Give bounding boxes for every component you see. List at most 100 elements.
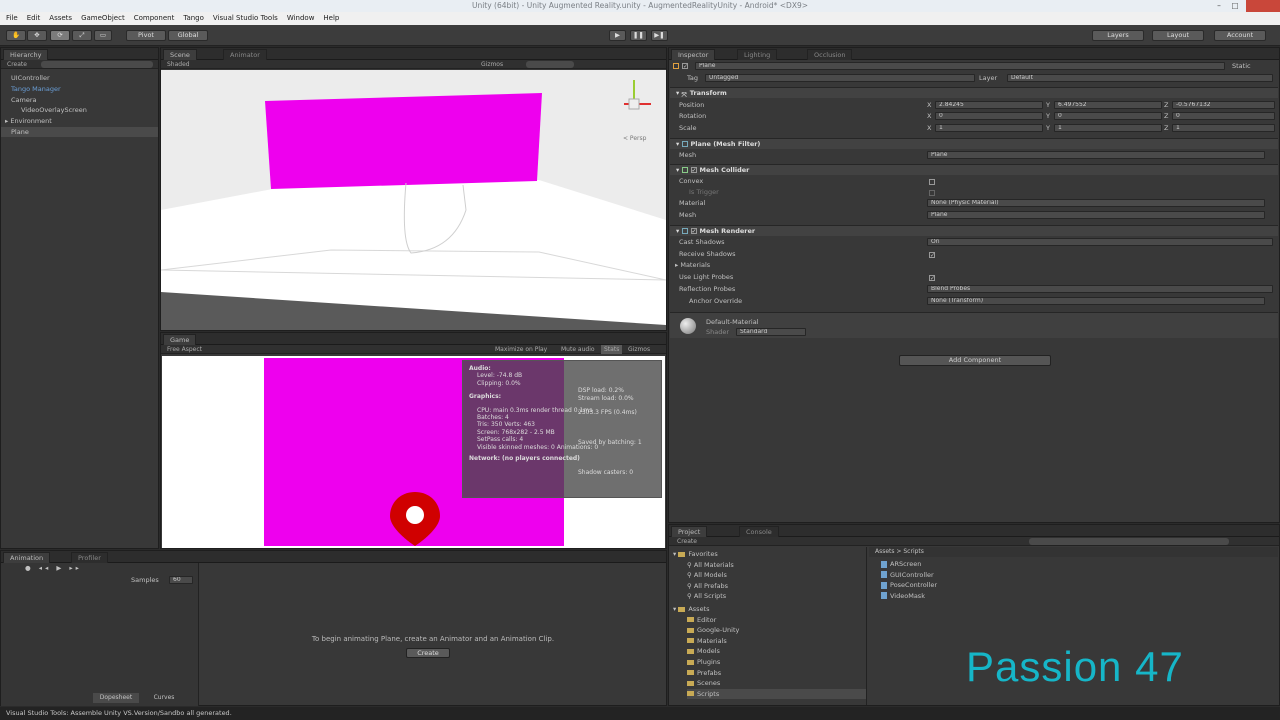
favorite-item[interactable]: ⚲ All Prefabs xyxy=(687,581,728,591)
menu-item[interactable]: Tango xyxy=(183,14,204,22)
menu-item[interactable]: Window xyxy=(287,14,315,22)
folder-item[interactable]: Scripts xyxy=(687,688,866,699)
folder-item[interactable]: Prefabs xyxy=(687,668,721,678)
move-tool-button[interactable]: ✥ xyxy=(27,30,47,41)
maximize-on-play-toggle[interactable]: Maximize on Play xyxy=(495,345,547,354)
close-button[interactable] xyxy=(1246,0,1280,12)
active-checkbox[interactable]: ✓ xyxy=(682,63,688,70)
rotate-tool-button[interactable]: ⟳ xyxy=(50,30,70,41)
folder-item[interactable]: Materials xyxy=(687,636,727,646)
hand-tool-button[interactable]: ✋ xyxy=(6,30,26,41)
maximize-button[interactable]: □ xyxy=(1230,0,1240,12)
tab-hierarchy[interactable]: Hierarchy xyxy=(3,49,49,60)
folder-item[interactable]: Models xyxy=(687,646,720,656)
mesh-filter-header[interactable]: ▾ Plane (Mesh Filter) xyxy=(670,138,1278,149)
favorites-header[interactable]: ▾ Favorites xyxy=(673,549,718,559)
hierarchy-item[interactable]: VideoOverlayScreen xyxy=(21,105,87,115)
tab-game[interactable]: Game xyxy=(163,334,197,345)
hierarchy-search-input[interactable] xyxy=(41,61,153,68)
tag-dropdown[interactable]: Untagged xyxy=(705,74,975,82)
menu-item[interactable]: Edit xyxy=(27,14,41,22)
game-viewport[interactable]: Audio: Level: -74.8 dB Clipping: 0.0% DS… xyxy=(162,356,665,548)
scene-gizmos-dropdown[interactable]: Gizmos xyxy=(481,60,503,69)
menu-item[interactable]: Visual Studio Tools xyxy=(213,14,278,22)
mesh-renderer-header[interactable]: ▾ ✓ Mesh Renderer xyxy=(670,225,1278,236)
mute-audio-toggle[interactable]: Mute audio xyxy=(561,345,595,354)
favorite-item[interactable]: ⚲ All Materials xyxy=(687,560,734,570)
physic-material-field[interactable]: None (Physic Material) xyxy=(927,199,1265,207)
script-item[interactable]: ARScreen xyxy=(881,559,937,570)
hierarchy-item[interactable]: Tango Manager xyxy=(11,84,61,94)
scale-z-field[interactable]: 1 xyxy=(1172,124,1275,132)
favorite-item[interactable]: ⚲ All Models xyxy=(687,570,727,580)
mesh-field[interactable]: Plane xyxy=(927,151,1265,159)
pivot-button[interactable]: Pivot xyxy=(126,30,166,41)
stats-toggle[interactable]: Stats xyxy=(601,345,623,354)
minimize-button[interactable]: – xyxy=(1214,0,1224,12)
pause-button[interactable]: ❚❚ xyxy=(630,30,647,41)
assets-header[interactable]: ▾ Assets xyxy=(673,604,710,614)
transform-header[interactable]: ▾ ⤧ Transform xyxy=(670,87,1278,99)
cast-shadows-dropdown[interactable]: On xyxy=(927,238,1273,246)
script-item[interactable]: PoseController xyxy=(881,580,937,591)
add-component-button[interactable]: Add Component xyxy=(899,355,1051,366)
tab-animator[interactable]: Animator xyxy=(223,49,267,60)
curves-tab[interactable]: Curves xyxy=(141,693,187,703)
menu-item[interactable]: Component xyxy=(134,14,175,22)
tab-profiler[interactable]: Profiler xyxy=(71,552,108,563)
scale-y-field[interactable]: 1 xyxy=(1054,124,1162,132)
rotation-y-field[interactable]: 0 xyxy=(1054,112,1162,120)
renderer-enabled-checkbox[interactable]: ✓ xyxy=(690,228,697,235)
hierarchy-item[interactable]: Camera xyxy=(11,95,37,105)
folder-item[interactable]: Plugins xyxy=(687,657,720,667)
dopesheet-tab[interactable]: Dopesheet xyxy=(93,693,139,703)
hierarchy-item-selected[interactable]: Plane xyxy=(1,127,158,137)
create-animation-button[interactable]: Create xyxy=(406,648,450,658)
reflection-probes-dropdown[interactable]: Blend Probes xyxy=(927,285,1273,293)
scale-tool-button[interactable]: ⤢ xyxy=(72,30,92,41)
project-create-button[interactable]: Create xyxy=(677,538,697,545)
tab-inspector[interactable]: Inspector xyxy=(671,49,716,60)
folder-item[interactable]: Scenes xyxy=(687,678,720,688)
tab-console[interactable]: Console xyxy=(739,526,779,537)
tab-occlusion[interactable]: Occlusion xyxy=(807,49,853,60)
tab-project[interactable]: Project xyxy=(671,526,708,537)
light-probes-checkbox[interactable]: ✓ xyxy=(929,275,935,282)
scene-search-input[interactable] xyxy=(526,61,574,68)
layout-dropdown[interactable]: Layout xyxy=(1152,30,1204,41)
static-checkbox[interactable]: Static xyxy=(1232,61,1251,71)
script-item[interactable]: GUIController xyxy=(881,570,937,581)
folder-item[interactable]: Editor xyxy=(687,615,716,625)
scene-viewport[interactable]: < Persp xyxy=(161,70,666,330)
step-button[interactable]: ▶❚ xyxy=(651,30,668,41)
aspect-dropdown[interactable]: Free Aspect xyxy=(167,346,202,353)
favorite-item[interactable]: ⚲ All Scripts xyxy=(687,591,726,601)
folder-item[interactable]: Google-Unity xyxy=(687,625,739,635)
layers-dropdown[interactable]: Layers xyxy=(1092,30,1144,41)
tab-lighting[interactable]: Lighting xyxy=(737,49,778,60)
position-x-field[interactable]: 2.84245 xyxy=(935,101,1043,109)
receive-shadows-checkbox[interactable]: ✓ xyxy=(929,252,935,259)
game-gizmos-dropdown[interactable]: Gizmos xyxy=(628,345,650,354)
hierarchy-create-button[interactable]: Create xyxy=(7,61,27,68)
rotation-z-field[interactable]: 0 xyxy=(1172,112,1275,120)
menu-item[interactable]: Assets xyxy=(49,14,72,22)
rotation-x-field[interactable]: 0 xyxy=(935,112,1043,120)
collider-enabled-checkbox[interactable]: ✓ xyxy=(690,167,697,174)
collider-mesh-field[interactable]: Plane xyxy=(927,211,1265,219)
position-y-field[interactable]: 6.497552 xyxy=(1054,101,1162,109)
account-dropdown[interactable]: Account xyxy=(1214,30,1266,41)
menu-item[interactable]: GameObject xyxy=(81,14,125,22)
global-button[interactable]: Global xyxy=(168,30,208,41)
plane-object[interactable] xyxy=(265,93,542,189)
mesh-collider-header[interactable]: ▾ ✓ Mesh Collider xyxy=(670,164,1278,175)
play-button[interactable]: ▶ xyxy=(609,30,626,41)
hierarchy-item[interactable]: UIController xyxy=(11,73,50,83)
shader-dropdown[interactable]: Standard xyxy=(736,328,806,336)
anchor-override-field[interactable]: None (Transform) xyxy=(927,297,1265,305)
layer-dropdown[interactable]: Default xyxy=(1007,74,1273,82)
position-z-field[interactable]: -0.5767132 xyxy=(1172,101,1275,109)
shading-mode-dropdown[interactable]: Shaded xyxy=(167,61,190,68)
scale-x-field[interactable]: 1 xyxy=(935,124,1043,132)
convex-checkbox[interactable] xyxy=(929,179,935,185)
